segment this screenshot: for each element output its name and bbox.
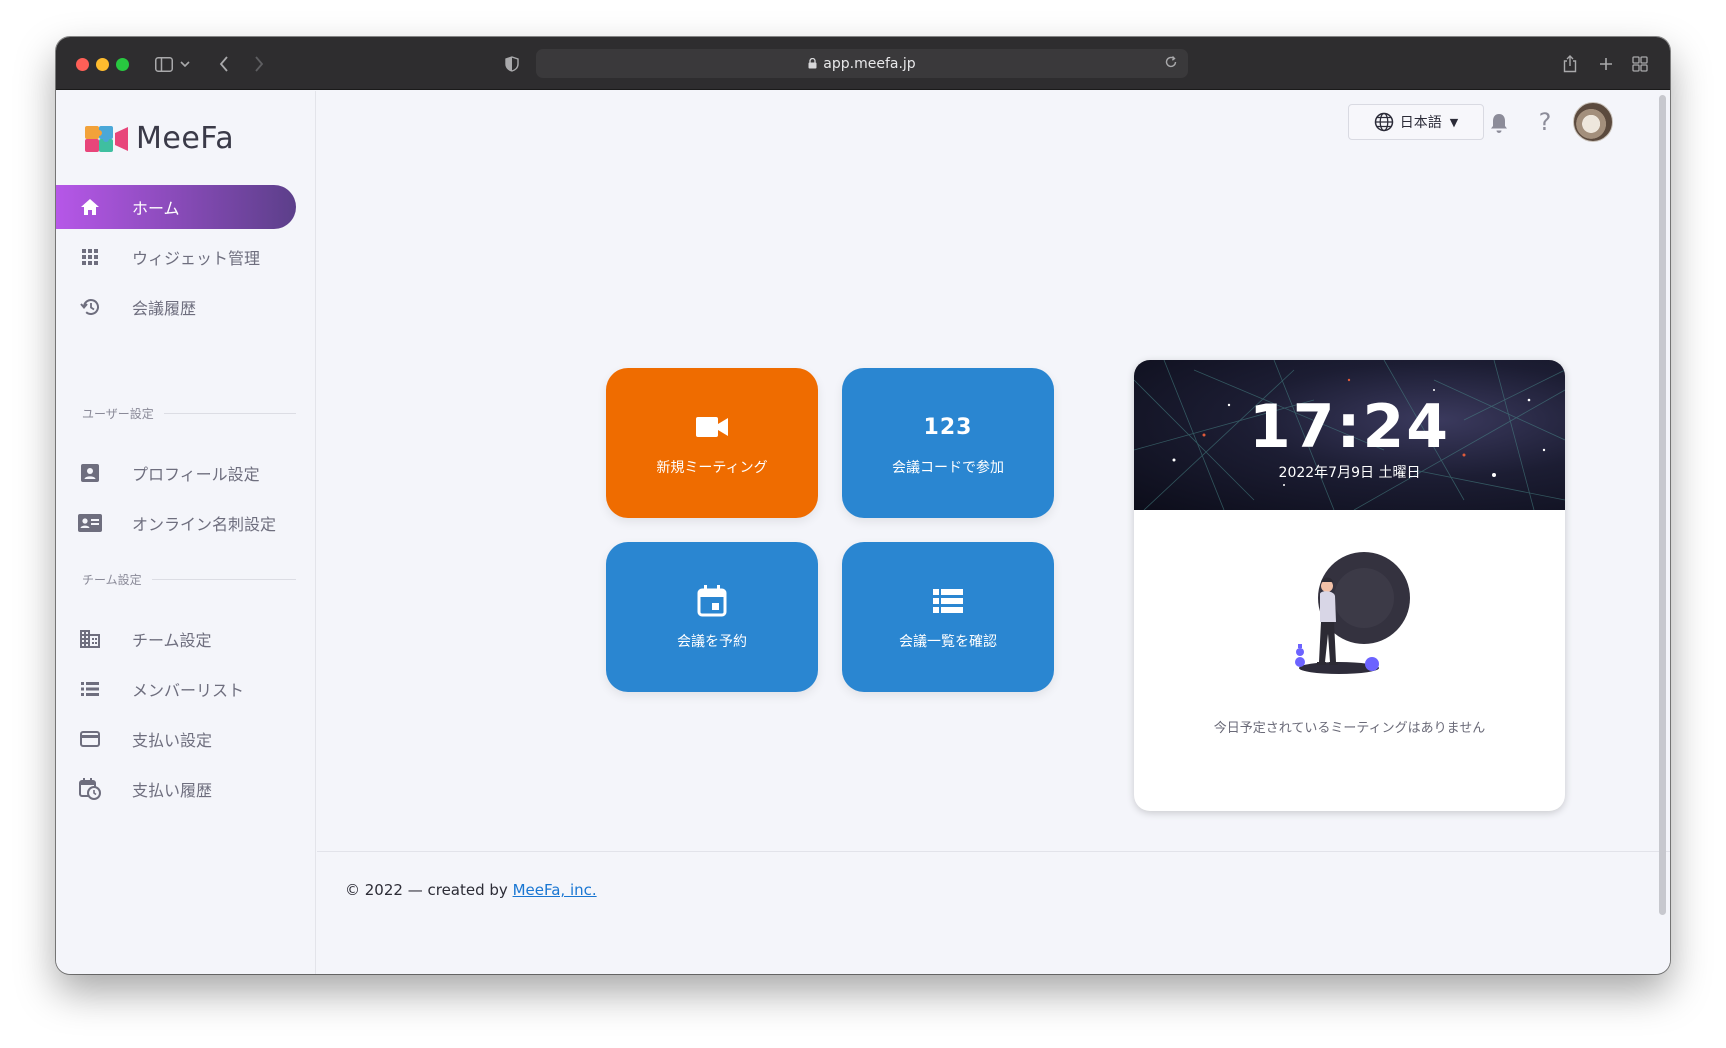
- address-bar[interactable]: app.meefa.jp: [536, 49, 1188, 78]
- bell-icon[interactable]: [1484, 108, 1514, 138]
- clock-widget: 17:24 2022年7月9日 土曜日 今日予定されているミーティングはありませ…: [1134, 360, 1565, 811]
- video-camera-icon: [694, 409, 730, 445]
- join-by-code-button[interactable]: 123 会議コードで参加: [842, 368, 1054, 518]
- account-box-icon: [78, 461, 102, 485]
- sidebar-item-label: プロフィール設定: [132, 465, 260, 484]
- puzzle-logo-icon: [85, 125, 128, 152]
- forward-arrow-icon[interactable]: [249, 51, 269, 77]
- language-select[interactable]: 日本語 ▼: [1348, 104, 1484, 140]
- new-tab-icon[interactable]: [1595, 51, 1617, 77]
- url-text: app.meefa.jp: [823, 55, 916, 72]
- section-team-settings: チーム設定: [56, 569, 296, 589]
- list-icon: [930, 583, 966, 619]
- clock-date: 2022年7月9日 土曜日: [1278, 465, 1421, 481]
- clock-time: 17:24: [1249, 392, 1450, 462]
- reload-icon[interactable]: [1164, 55, 1178, 69]
- sidebar-item-business-card[interactable]: オンライン名刺設定: [56, 501, 296, 545]
- meeting-list-button[interactable]: 会議一覧を確認: [842, 542, 1054, 692]
- caret-down-icon: ▼: [1449, 115, 1459, 129]
- history-icon: [78, 295, 102, 319]
- sidebar-item-payment-history[interactable]: 支払い履歴: [56, 767, 296, 811]
- share-icon[interactable]: [1559, 51, 1581, 77]
- footer-link[interactable]: MeeFa, inc.: [513, 881, 597, 899]
- schedule-meeting-button[interactable]: 会議を予約: [606, 542, 818, 692]
- credit-card-icon: [78, 727, 102, 751]
- home-icon: [78, 195, 102, 219]
- tile-label: 会議コードで参加: [892, 460, 1004, 476]
- zoom-window-button[interactable]: [116, 58, 129, 71]
- browser-window: app.meefa.jp MeeFa ホーム ウィジェット管理 会議履歴 ユーザ…: [56, 37, 1670, 974]
- sidebar-item-widgets[interactable]: ウィジェット管理: [56, 235, 296, 279]
- sidebar-item-label: オンライン名刺設定: [132, 515, 277, 534]
- clock-header: 17:24 2022年7月9日 土曜日: [1134, 360, 1565, 510]
- main-content: 日本語 ▼ ? 新規ミーティング 123 会議コードで参加 会議を予約 会議一覧…: [317, 91, 1670, 974]
- scrollbar-thumb[interactable]: [1659, 95, 1666, 915]
- footer: © 2022 — created by MeeFa, inc.: [345, 881, 597, 899]
- sidebar-item-team-settings[interactable]: チーム設定: [56, 617, 296, 661]
- app-logo[interactable]: MeeFa: [84, 121, 234, 156]
- tile-label: 会議を予約: [677, 634, 747, 650]
- sidebar-item-label: 支払い履歴: [132, 781, 213, 800]
- tab-overview-icon[interactable]: [1629, 51, 1651, 77]
- sidebar-item-home[interactable]: ホーム: [56, 185, 296, 229]
- avatar[interactable]: [1573, 102, 1613, 142]
- sidebar-item-label: ウィジェット管理: [132, 249, 261, 268]
- sidebar-item-label: チーム設定: [132, 631, 212, 650]
- empty-schedule-illustration: [1284, 550, 1414, 684]
- section-user-settings: ユーザー設定: [56, 403, 296, 423]
- globe-icon: [1374, 112, 1394, 132]
- sidebar-item-profile[interactable]: プロフィール設定: [56, 451, 296, 495]
- help-icon[interactable]: ?: [1530, 105, 1560, 139]
- sidebar-item-meeting-history[interactable]: 会議履歴: [56, 285, 296, 329]
- sidebar-item-payment-settings[interactable]: 支払い設定: [56, 717, 296, 761]
- shield-icon[interactable]: [502, 51, 522, 77]
- language-label: 日本語: [1399, 115, 1442, 131]
- calendar-clock-icon: [78, 777, 102, 801]
- chevron-down-icon[interactable]: [178, 51, 192, 77]
- sidebar-item-label: 会議履歴: [132, 299, 197, 318]
- grid-icon: [78, 245, 102, 269]
- close-window-button[interactable]: [76, 58, 89, 71]
- sidebar-toggle-icon[interactable]: [152, 51, 176, 77]
- minimize-window-button[interactable]: [96, 58, 109, 71]
- empty-schedule-message: 今日予定されているミーティングはありません: [1213, 721, 1486, 736]
- sidebar-item-label: メンバーリスト: [132, 681, 245, 700]
- sidebar-item-member-list[interactable]: メンバーリスト: [56, 667, 296, 711]
- numbers-icon: 123: [923, 414, 973, 440]
- calendar-icon: [694, 583, 730, 619]
- building-icon: [78, 627, 102, 651]
- business-card-icon: [78, 511, 102, 535]
- back-arrow-icon[interactable]: [214, 51, 234, 77]
- sidebar-item-label: 支払い設定: [132, 731, 213, 750]
- new-meeting-button[interactable]: 新規ミーティング: [606, 368, 818, 518]
- sidebar-item-label: ホーム: [132, 199, 180, 218]
- sidebar: MeeFa ホーム ウィジェット管理 会議履歴 ユーザー設定 プロフィール設定 …: [56, 91, 316, 974]
- footer-divider: [317, 851, 1670, 852]
- lock-icon: [808, 58, 817, 69]
- tile-label: 新規ミーティング: [656, 460, 768, 476]
- browser-titlebar: app.meefa.jp: [56, 37, 1670, 90]
- footer-copyright: © 2022 — created by: [345, 881, 508, 899]
- app-name: MeeFa: [136, 121, 235, 156]
- tile-label: 会議一覧を確認: [899, 634, 997, 650]
- scrollbar[interactable]: [1657, 91, 1668, 921]
- list-icon: [78, 677, 102, 701]
